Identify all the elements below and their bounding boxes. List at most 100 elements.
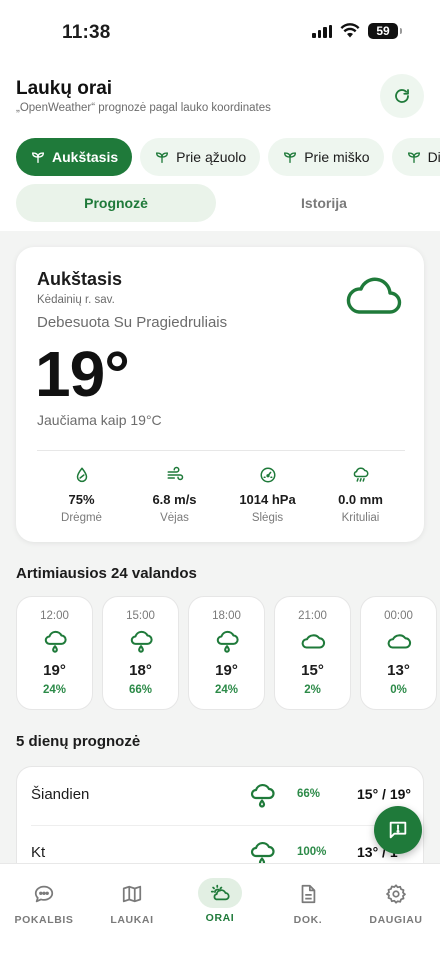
hour-time: 18:00 bbox=[212, 610, 241, 622]
cloud-icon bbox=[301, 634, 325, 649]
day-name: Kt bbox=[31, 844, 46, 861]
field-chip-label: Prie miško bbox=[304, 149, 370, 165]
status-time: 11:38 bbox=[62, 22, 111, 43]
feedback-icon bbox=[389, 821, 407, 839]
metric-value: 1014 hPa bbox=[239, 492, 296, 507]
metric-value: 6.8 m/s bbox=[152, 492, 197, 507]
field-chip-didys[interactable]: Didys bbox=[391, 138, 440, 176]
rain-cloud-icon bbox=[44, 630, 67, 653]
battery-icon: 59 bbox=[368, 23, 402, 39]
cellular-signal-icon bbox=[312, 25, 332, 38]
metric-value: 75% bbox=[68, 492, 95, 507]
page-title: Laukų orai bbox=[16, 78, 113, 99]
weather-metrics: 75% Drėgmė 6.8 m/s Vėjas 1014 hPa Slėgis… bbox=[16, 466, 424, 524]
metric-label: Drėgmė bbox=[61, 512, 102, 524]
hour-temp: 18° bbox=[129, 662, 152, 679]
wifi-icon bbox=[340, 23, 360, 38]
nav-label: LAUKAI bbox=[110, 914, 154, 926]
metric-value: 0.0 mm bbox=[338, 492, 383, 507]
location-region: Kėdainių r. sav. bbox=[37, 294, 115, 306]
sprout-icon bbox=[407, 152, 420, 163]
hour-time: 12:00 bbox=[40, 610, 69, 622]
feedback-button[interactable] bbox=[374, 806, 422, 854]
hour-precip: 66% bbox=[128, 684, 153, 696]
day-name: Šiandien bbox=[31, 786, 90, 803]
nav-daugiau[interactable]: DAUGIAU bbox=[352, 864, 440, 956]
hour-precip: 2% bbox=[304, 684, 321, 696]
weather-icon bbox=[210, 884, 230, 901]
map-icon bbox=[122, 885, 142, 903]
field-chip-label: Prie ąžuolo bbox=[176, 149, 247, 165]
field-chip-label: Didys bbox=[427, 149, 440, 165]
refresh-button[interactable] bbox=[380, 74, 424, 118]
hour-temp: 13° bbox=[387, 662, 410, 679]
metric-label: Krituliai bbox=[341, 512, 380, 524]
day-precip: 66% bbox=[297, 788, 321, 800]
hour-card[interactable]: 21:00 15° 2% bbox=[274, 596, 351, 710]
settings-icon bbox=[386, 884, 406, 904]
hour-card[interactable]: 15:00 18° 66% bbox=[102, 596, 179, 710]
hour-temp: 19° bbox=[43, 662, 66, 679]
rain-cloud-icon bbox=[130, 630, 153, 653]
header: Laukų orai „OpenWeather“ prognozė pagal … bbox=[0, 64, 440, 231]
rain-cloud-icon bbox=[216, 630, 239, 653]
wind-icon bbox=[167, 466, 183, 481]
sprout-icon bbox=[156, 152, 169, 163]
hour-card[interactable]: 18:00 19° 24% bbox=[188, 596, 265, 710]
current-weather-card: Aukštasis Kėdainių r. sav. Debesuota Su … bbox=[16, 247, 424, 542]
nav-label: POKALBIS bbox=[14, 914, 74, 926]
metric-humidity: 75% Drėgmė bbox=[35, 466, 128, 524]
feels-like: Jaučiama kaip 19°C bbox=[37, 412, 162, 428]
day-row[interactable]: Šiandien 66% 15° / 19° bbox=[17, 767, 423, 826]
current-temperature: 19° bbox=[35, 338, 130, 410]
hour-time: 15:00 bbox=[126, 610, 155, 622]
weather-condition: Debesuota Su Pragiedruliais bbox=[37, 314, 228, 331]
tab-prognoze[interactable]: Prognozė bbox=[16, 184, 216, 222]
location-name: Aukštasis bbox=[37, 269, 123, 289]
field-chip-prie-misko[interactable]: Prie miško bbox=[268, 138, 384, 176]
hour-precip: 0% bbox=[390, 684, 407, 696]
hourly-forecast[interactable]: 12:00 19° 24% 15:00 18° 66% 18:00 19° 24… bbox=[16, 596, 440, 710]
metric-pressure: 1014 hPa Slėgis bbox=[221, 466, 314, 524]
chat-icon bbox=[34, 885, 54, 903]
field-chip-aukstasis[interactable]: Aukštasis bbox=[16, 138, 133, 176]
nav-label: DAUGIAU bbox=[369, 914, 423, 926]
field-selector: Aukštasis Prie ąžuolo Prie miško Didys bbox=[16, 138, 440, 176]
hour-time: 21:00 bbox=[298, 610, 327, 622]
status-bar: 11:38 59 bbox=[0, 0, 440, 64]
view-tabs: Prognozė Istorija bbox=[16, 184, 424, 222]
refresh-icon bbox=[395, 89, 409, 103]
metric-label: Vėjas bbox=[160, 512, 189, 524]
field-chip-prie-azuolo[interactable]: Prie ąžuolo bbox=[140, 138, 261, 176]
daily-title: 5 dienų prognozė bbox=[16, 733, 141, 750]
hour-card[interactable]: 00:00 13° 0% bbox=[360, 596, 437, 710]
metric-label: Slėgis bbox=[251, 512, 284, 524]
nav-laukai[interactable]: LAUKAI bbox=[88, 864, 176, 956]
hour-card[interactable]: 12:00 19° 24% bbox=[16, 596, 93, 710]
sprout-icon bbox=[31, 152, 44, 163]
rain-icon bbox=[353, 467, 368, 482]
tab-istorija[interactable]: Istorija bbox=[224, 184, 424, 222]
bottom-navigation: POKALBIS LAUKAI ORAI DOK. DAUGIAU bbox=[0, 863, 440, 956]
cloud-icon bbox=[346, 277, 402, 314]
day-precip: 100% bbox=[297, 846, 327, 858]
hour-temp: 15° bbox=[301, 662, 324, 679]
cloud-icon bbox=[387, 634, 411, 649]
rain-cloud-icon bbox=[250, 783, 275, 808]
nav-pokalbis[interactable]: POKALBIS bbox=[0, 864, 88, 956]
hour-time: 00:00 bbox=[384, 610, 413, 622]
page-subtitle: „OpenWeather“ prognozė pagal lauko koord… bbox=[16, 102, 271, 114]
metric-precipitation: 0.0 mm Krituliai bbox=[314, 466, 407, 524]
nav-orai[interactable]: ORAI bbox=[176, 864, 264, 956]
hour-temp: 19° bbox=[215, 662, 238, 679]
day-temp-range: 15° / 19° bbox=[357, 786, 412, 802]
nav-label: DOK. bbox=[293, 914, 323, 926]
gauge-icon bbox=[260, 467, 275, 483]
hour-precip: 24% bbox=[214, 684, 239, 696]
nav-dok[interactable]: DOK. bbox=[264, 864, 352, 956]
sprout-icon bbox=[284, 152, 297, 163]
document-icon bbox=[301, 884, 316, 904]
field-chip-label: Aukštasis bbox=[52, 149, 119, 165]
hour-precip: 24% bbox=[42, 684, 67, 696]
metric-wind: 6.8 m/s Vėjas bbox=[128, 466, 221, 524]
